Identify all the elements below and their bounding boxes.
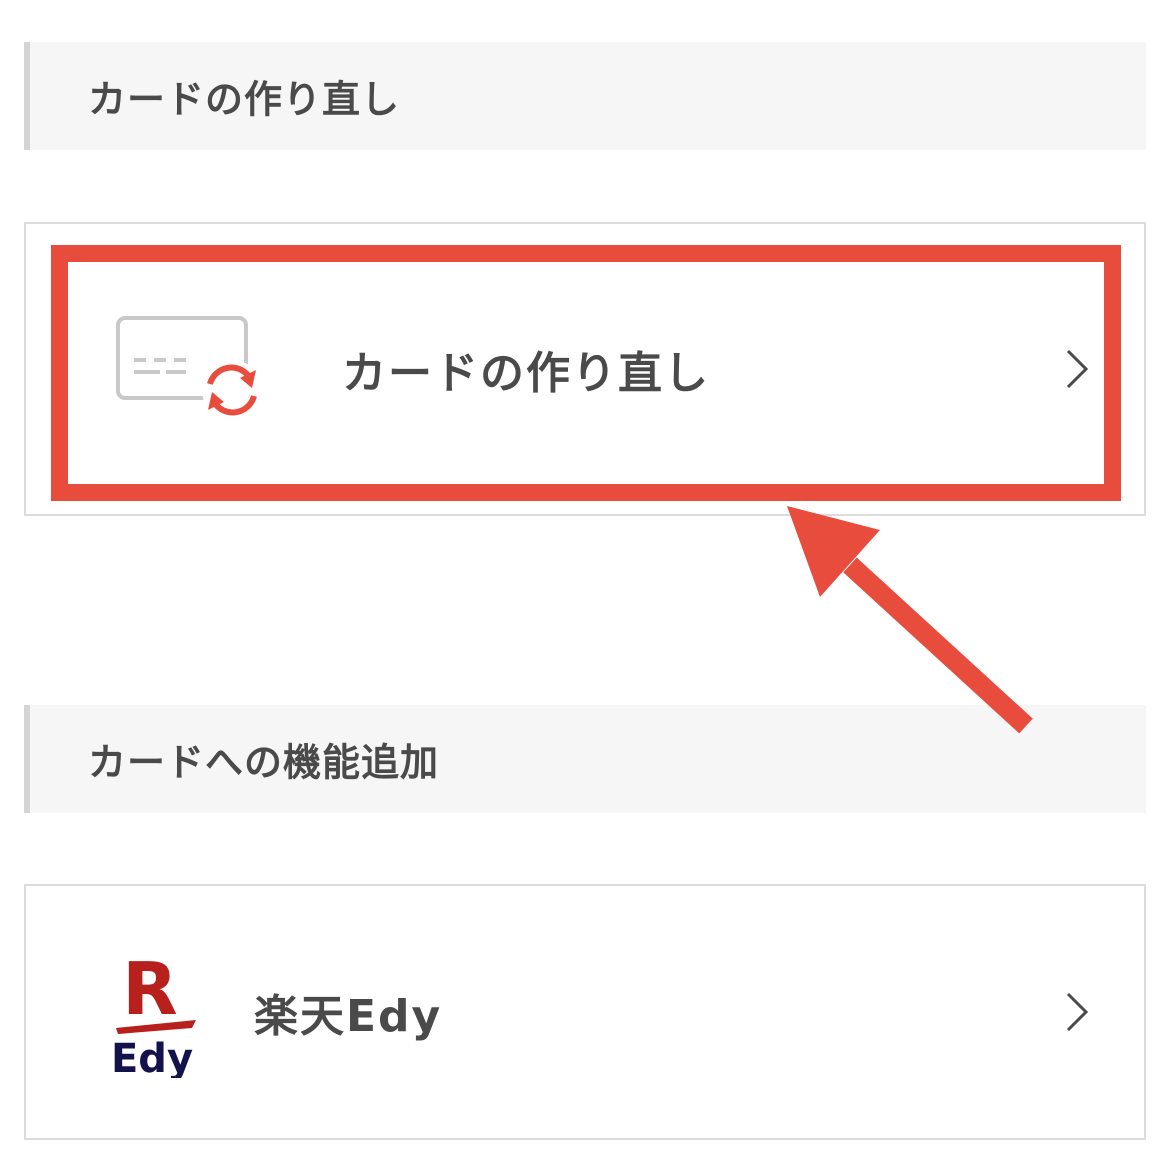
svg-text:R: R [122,948,177,1031]
section-title: カードへの機能追加 [88,740,440,785]
card-reissue-label: カードの作り直し [342,348,710,399]
svg-text:Edy: Edy [111,1036,193,1078]
rakuten-edy-logo: R Edy [111,948,196,1078]
section-title: カードの作り直し [88,77,401,122]
card-reissue-menu-item[interactable]: カードの作り直し [24,222,1146,516]
rakuten-edy-label: 楽天Edy [254,991,443,1042]
card-reissue-icon [112,312,272,426]
chevron-right-icon [1062,990,1092,1034]
chevron-right-icon [1062,347,1092,391]
rakuten-edy-menu-item[interactable]: R Edy 楽天Edy [24,884,1146,1140]
section-header-card-reissue: カードの作り直し [24,42,1146,150]
section-header-add-features: カードへの機能追加 [24,705,1146,813]
